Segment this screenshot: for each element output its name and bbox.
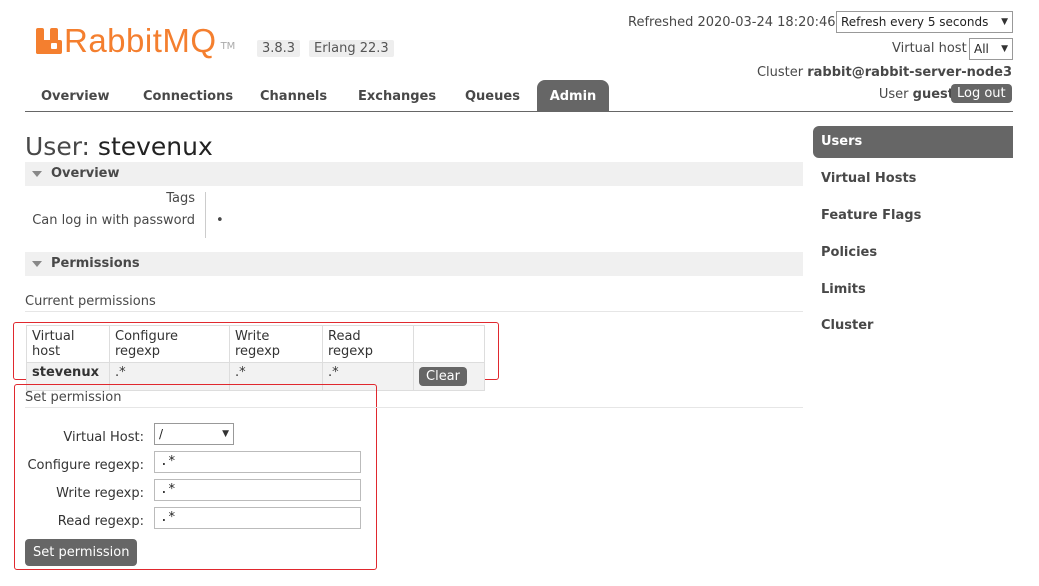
collapse-triangle-icon [32, 261, 42, 267]
chevron-down-icon: ▼ [222, 429, 229, 439]
vhost-select-value: / [159, 427, 164, 441]
logo-trademark: TM [220, 41, 236, 52]
configure-field-label: Configure regexp: [27, 458, 144, 473]
col-virtual-host: Virtual host [26, 325, 110, 363]
main-nav: Overview Connections Channels Exchanges … [25, 80, 1013, 112]
sidebar-item-users[interactable]: Users [813, 126, 1013, 158]
rabbitmq-logo-icon [36, 28, 62, 54]
table-header-row: Virtual host Configure regexp Write rege… [26, 325, 485, 363]
vhost-filter-select[interactable]: All ▼ [969, 38, 1013, 60]
sidebar-item-cluster[interactable]: Cluster [813, 310, 1013, 342]
chevron-down-icon: ▼ [1001, 17, 1008, 27]
tab-admin[interactable]: Admin [537, 80, 609, 112]
tags-label: Tags [166, 191, 195, 206]
vhost-field-label: Virtual Host: [63, 430, 144, 445]
col-read-regexp: Read regexp [322, 325, 414, 363]
sidebar-item-feature-flags[interactable]: Feature Flags [813, 200, 1013, 232]
refreshed-timestamp: Refreshed 2020-03-24 18:20:46 [628, 15, 836, 30]
vhost-filter-value: All [974, 42, 989, 56]
vhost-filter-label: Virtual host [892, 41, 967, 56]
collapse-triangle-icon [32, 171, 42, 177]
permissions-section-label: Permissions [51, 256, 140, 271]
tab-connections[interactable]: Connections [127, 80, 249, 112]
clear-permission-button[interactable]: Clear [419, 367, 467, 386]
set-permission-heading: Set permission [25, 390, 122, 405]
permissions-section-toggle[interactable]: Permissions [25, 252, 803, 276]
tab-overview[interactable]: Overview [25, 80, 126, 112]
refresh-interval-select[interactable]: Refresh every 5 seconds ▼ [836, 11, 1013, 33]
overview-section-label: Overview [51, 166, 120, 181]
sidebar-item-policies[interactable]: Policies [813, 237, 1013, 269]
refresh-interval-value: Refresh every 5 seconds [841, 15, 989, 29]
write-field-label: Write regexp: [56, 486, 144, 501]
page-title-prefix: User: [25, 132, 90, 161]
current-permissions-heading: Current permissions [25, 294, 156, 309]
configure-regexp-input[interactable]: .* [154, 451, 361, 473]
cluster-name: rabbit@rabbit-server-node3 [807, 65, 1012, 80]
col-configure-regexp: Configure regexp [109, 325, 230, 363]
cell-action: Clear [413, 362, 485, 391]
sidebar-item-limits[interactable]: Limits [813, 274, 1013, 306]
can-login-label: Can log in with password [32, 213, 195, 228]
read-field-label: Read regexp: [57, 514, 144, 529]
read-regexp-input[interactable]: .* [154, 507, 361, 529]
tab-channels[interactable]: Channels [244, 80, 343, 112]
rabbitmq-logo[interactable]: RabbitMQ TM [36, 22, 235, 58]
col-action [413, 325, 485, 363]
divider [25, 407, 803, 408]
can-login-value: • [216, 213, 224, 228]
sidebar-item-virtual-hosts[interactable]: Virtual Hosts [813, 163, 1013, 195]
write-regexp-input[interactable]: .* [154, 479, 361, 501]
col-write-regexp: Write regexp [229, 325, 323, 363]
overview-section-toggle[interactable]: Overview [25, 162, 803, 186]
cluster-info: Cluster rabbit@rabbit-server-node3 [757, 65, 1012, 80]
tab-exchanges[interactable]: Exchanges [342, 80, 452, 112]
permissions-table: Virtual host Configure regexp Write rege… [26, 325, 485, 391]
erlang-badge: Erlang 22.3 [309, 40, 394, 57]
page-title-username: stevenux [97, 132, 213, 161]
chevron-down-icon: ▼ [1001, 44, 1008, 54]
version-badge: 3.8.3 [257, 40, 301, 57]
overview-divider [205, 192, 206, 238]
tab-queues[interactable]: Queues [449, 80, 536, 112]
cluster-label: Cluster [756, 65, 804, 80]
vhost-select[interactable]: / ▼ [154, 423, 234, 445]
set-permission-button[interactable]: Set permission [25, 539, 138, 566]
page-title: User: stevenux [25, 132, 213, 161]
divider [25, 311, 803, 312]
logo-text: RabbitMQ [64, 22, 217, 59]
